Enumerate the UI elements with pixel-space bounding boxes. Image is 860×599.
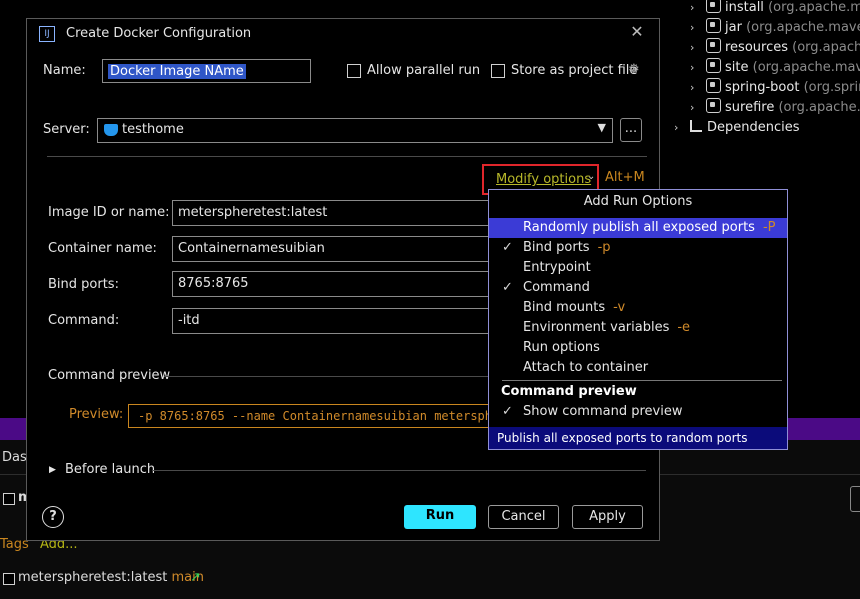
menu-item-environment-variables[interactable]: Environment variables -e xyxy=(489,318,787,338)
image-name: meterspheretest:latest xyxy=(18,570,168,585)
chevron-down-icon: ⌄ xyxy=(587,171,596,182)
ports-field[interactable]: 8765:8765 xyxy=(172,271,492,297)
menu-item-publish-all-ports[interactable]: Randomly publish all exposed ports -P xyxy=(489,218,787,238)
container-label: Container name: xyxy=(48,241,157,256)
tab-dashboard[interactable]: Das xyxy=(2,450,27,465)
maven-goal-icon xyxy=(706,58,721,73)
menu-item-run-options[interactable]: Run options xyxy=(489,338,787,358)
image-label: Image ID or name: xyxy=(48,205,170,220)
row-checkbox[interactable] xyxy=(3,493,15,505)
chevron-right-icon[interactable]: › xyxy=(690,78,706,98)
tree-item-jar[interactable]: ›jar (org.apache.maven. xyxy=(690,18,860,38)
name-label: Name: xyxy=(43,63,86,78)
divider xyxy=(502,380,782,381)
side-button[interactable] xyxy=(850,486,860,512)
tree-item-install[interactable]: ›install (org.apache.maven xyxy=(690,0,860,18)
run-button[interactable]: Run xyxy=(404,505,476,529)
tree-item-surefire[interactable]: ›surefire (org.apache.m xyxy=(690,98,860,118)
allow-parallel-label: Allow parallel run xyxy=(367,63,481,78)
menu-item-entrypoint[interactable]: Entrypoint xyxy=(489,258,787,278)
server-select[interactable]: testhome ▼ xyxy=(97,118,613,143)
server-value: testhome xyxy=(122,122,184,137)
divider xyxy=(164,376,504,377)
name-value: Docker Image NAme xyxy=(108,64,246,79)
server-label: Server: xyxy=(43,122,90,137)
apply-button[interactable]: Apply xyxy=(572,505,643,529)
chevron-right-icon[interactable]: › xyxy=(674,118,690,138)
intellij-logo-icon: IJ xyxy=(39,26,55,42)
modify-shortcut: Alt+M xyxy=(605,170,645,185)
maven-goal-icon xyxy=(706,38,721,53)
tags-label: Tags xyxy=(0,537,29,552)
ports-label: Bind ports: xyxy=(48,277,119,292)
maven-goal-icon xyxy=(706,78,721,93)
dialog-title: Create Docker Configuration xyxy=(66,26,252,41)
expand-triangle-icon[interactable]: ▶ xyxy=(49,465,56,475)
chevron-right-icon[interactable]: › xyxy=(690,18,706,38)
cancel-button[interactable]: Cancel xyxy=(488,505,559,529)
command-label: Command: xyxy=(48,313,120,328)
chevron-right-icon[interactable]: › xyxy=(690,58,706,78)
add-run-options-popup: Add Run Options Randomly publish all exp… xyxy=(488,189,788,450)
docker-icon xyxy=(104,124,118,136)
tree-item-resources[interactable]: ›resources (org.apache.m xyxy=(690,38,860,58)
help-icon[interactable]: ? xyxy=(42,506,64,528)
chevron-right-icon[interactable]: › xyxy=(690,98,706,118)
name-field[interactable]: Docker Image NAme xyxy=(102,59,311,83)
menu-item-bind-ports[interactable]: ✓ Bind ports -p xyxy=(489,238,787,258)
divider xyxy=(47,156,647,157)
image-checkbox[interactable] xyxy=(3,573,15,585)
preview-label: Preview: xyxy=(69,407,124,422)
allow-parallel-checkbox[interactable] xyxy=(347,64,361,78)
modify-options-link[interactable]: Modify options xyxy=(496,172,591,187)
store-project-checkbox[interactable] xyxy=(491,64,505,78)
maven-goal-icon xyxy=(706,98,721,113)
gear-icon[interactable]: ⚙ xyxy=(628,62,640,77)
check-icon: ✓ xyxy=(502,240,513,255)
store-project-label: Store as project file xyxy=(511,63,638,78)
check-icon: ✓ xyxy=(502,404,513,419)
maven-goal-icon xyxy=(706,18,721,33)
shortcut: -v xyxy=(613,300,626,315)
check-icon: ✓ xyxy=(502,280,513,295)
popup-hint: Publish all exposed ports to random port… xyxy=(489,427,787,449)
command-preview-header: Command preview xyxy=(48,368,171,383)
dependencies-icon xyxy=(690,120,702,132)
image-field[interactable]: meterspheretest:latest xyxy=(172,200,492,226)
browse-button[interactable]: ... xyxy=(620,118,642,142)
chevron-down-icon: ▼ xyxy=(597,121,606,134)
menu-item-command[interactable]: ✓ Command xyxy=(489,278,787,298)
close-icon[interactable]: ✕ xyxy=(627,22,647,42)
container-field[interactable]: Containernamesuibian xyxy=(172,236,492,262)
shortcut: -e xyxy=(677,320,691,335)
tree-item-site[interactable]: ›site (org.apache.maven xyxy=(690,58,860,78)
menu-item-bind-mounts[interactable]: Bind mounts -v xyxy=(489,298,787,318)
command-field[interactable]: -itd xyxy=(172,308,492,334)
shortcut: -P xyxy=(762,220,776,235)
shortcut: -p xyxy=(597,240,611,255)
maven-goal-icon xyxy=(706,0,721,13)
tree-item-dependencies[interactable]: › Dependencies xyxy=(674,118,800,138)
popup-title: Add Run Options xyxy=(583,194,693,209)
before-launch-label[interactable]: Before launch xyxy=(65,462,155,477)
preview-field[interactable]: -p 8765:8765 --name Containernamesuibian… xyxy=(128,404,508,428)
chevron-right-icon[interactable]: › xyxy=(690,0,706,18)
divider xyxy=(152,470,646,471)
tree-item-spring-boot[interactable]: ›spring-boot (org.spring xyxy=(690,78,860,98)
open-arrow-icon[interactable]: ↗ xyxy=(190,570,201,585)
image-row[interactable]: meterspheretest:latest main xyxy=(18,570,204,585)
popup-group-label: Command preview xyxy=(501,384,637,399)
chevron-right-icon[interactable]: › xyxy=(690,38,706,58)
menu-item-attach-to-container[interactable]: Attach to container xyxy=(489,358,787,378)
menu-item-show-command-preview[interactable]: ✓ Show command preview xyxy=(489,402,787,422)
